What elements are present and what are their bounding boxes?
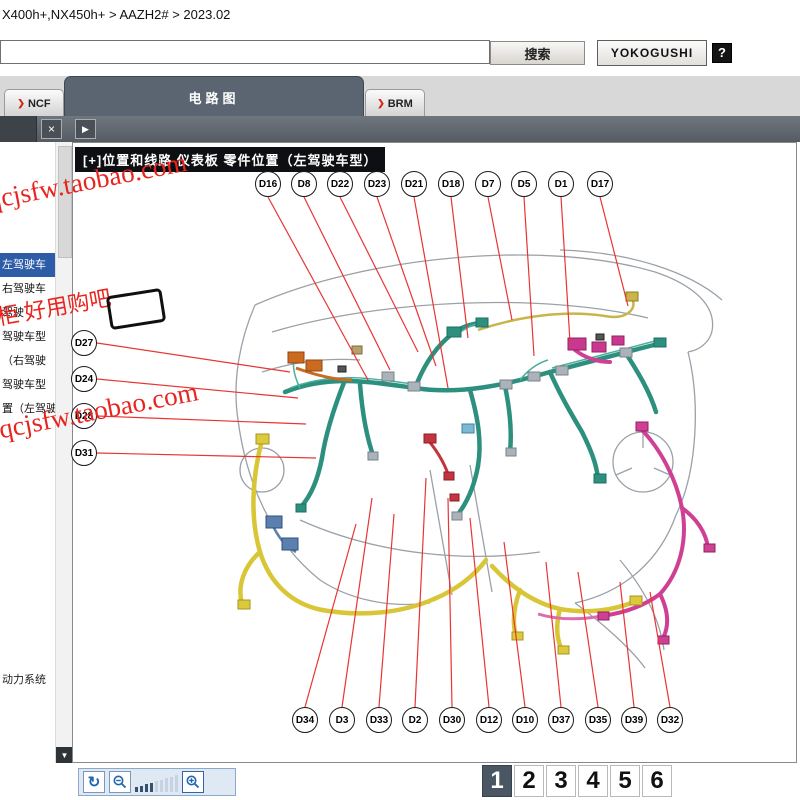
page-button-6[interactable]: 6 <box>642 765 672 797</box>
tab-circuit-diagram[interactable]: 电路图 <box>64 76 364 117</box>
bottom-bar: ↻ 123456 <box>0 763 800 800</box>
callout-d27[interactable]: D27 <box>71 330 97 356</box>
zoom-level-bar <box>155 781 158 792</box>
callout-d5[interactable]: D5 <box>511 171 537 197</box>
zoom-level-bar <box>145 784 148 792</box>
zoom-level-bars[interactable] <box>135 772 178 792</box>
page-button-2[interactable]: 2 <box>514 765 544 797</box>
close-button[interactable]: × <box>41 119 62 139</box>
tab-strip: ❯ NCF 电路图 ❯ BRM <box>0 76 800 117</box>
callout-d17[interactable]: D17 <box>587 171 613 197</box>
diagram-title: [+]位置和线路 仪表板 零件位置（左驾驶车型） <box>75 147 386 172</box>
callout-d3[interactable]: D3 <box>329 707 355 733</box>
callout-d22[interactable]: D22 <box>327 171 353 197</box>
tab-brm-label: BRM <box>387 97 413 110</box>
page-button-4[interactable]: 4 <box>578 765 608 797</box>
callout-d37[interactable]: D37 <box>548 707 574 733</box>
callout-d30[interactable]: D30 <box>439 707 465 733</box>
sidebar-item[interactable]: 左驾驶车 <box>0 253 55 277</box>
help-button[interactable]: ? <box>712 43 732 63</box>
callout-d10[interactable]: D10 <box>512 707 538 733</box>
zoom-out-button[interactable] <box>109 771 131 793</box>
page-button-5[interactable]: 5 <box>610 765 640 797</box>
callout-d34[interactable]: D34 <box>292 707 318 733</box>
sidebar-scrollbar-thumb[interactable] <box>58 146 72 258</box>
search-button[interactable]: 搜索 <box>490 41 585 65</box>
sidebar-item[interactable]: 动力系统 <box>0 668 55 692</box>
callout-d24[interactable]: D24 <box>71 366 97 392</box>
sidebar-item[interactable]: 驾驶车型 <box>0 373 55 397</box>
callout-d18[interactable]: D18 <box>438 171 464 197</box>
zoom-out-icon <box>113 775 127 789</box>
zoom-level-bar <box>170 776 173 792</box>
tab-brm[interactable]: ❯ BRM <box>365 89 425 117</box>
callout-d33[interactable]: D33 <box>366 707 392 733</box>
callout-d39[interactable]: D39 <box>621 707 647 733</box>
callout-d12[interactable]: D12 <box>476 707 502 733</box>
zoom-level-bar <box>165 778 168 792</box>
sidebar-item[interactable]: 置（左驾驶 <box>0 397 55 421</box>
refresh-icon: ↻ <box>87 773 101 791</box>
sidebar-item[interactable]: 驾驶 <box>0 301 55 325</box>
app-window: X400h+,NX450h+ > AAZH2# > 2023.02 搜索 YOK… <box>0 0 800 800</box>
page-button-1[interactable]: 1 <box>482 765 512 797</box>
callout-d1[interactable]: D1 <box>548 171 574 197</box>
chevron-right-icon: ❯ <box>377 98 385 108</box>
callout-d2[interactable]: D2 <box>402 707 428 733</box>
sidebar-item[interactable]: 右驾驶车 <box>0 277 55 301</box>
yokogushi-button[interactable]: YOKOGUSHI <box>597 40 707 66</box>
callout-d28[interactable]: D28 <box>71 403 97 429</box>
callout-d32[interactable]: D32 <box>657 707 683 733</box>
tab-ncf[interactable]: ❯ NCF <box>4 89 64 117</box>
tab-circuit-label: 电路图 <box>188 90 240 106</box>
viewer-toolbar-corner <box>0 116 37 142</box>
zoom-level-bar <box>160 779 163 792</box>
callout-d31[interactable]: D31 <box>71 440 97 466</box>
callout-d16[interactable]: D16 <box>255 171 281 197</box>
callout-d23[interactable]: D23 <box>364 171 390 197</box>
viewer-toolbar: × ▶ <box>0 116 800 142</box>
sidebar-scrollbar[interactable]: ▼ <box>55 142 73 764</box>
chevron-right-icon: ❯ <box>17 98 25 108</box>
callout-d21[interactable]: D21 <box>401 171 427 197</box>
callout-d35[interactable]: D35 <box>585 707 611 733</box>
callout-d7[interactable]: D7 <box>475 171 501 197</box>
zoom-in-icon <box>186 775 200 789</box>
zoom-level-bar <box>175 775 178 792</box>
sidebar-item[interactable]: 驾驶车型 <box>0 325 55 349</box>
page-button-3[interactable]: 3 <box>546 765 576 797</box>
expand-button[interactable]: ▶ <box>75 119 96 139</box>
search-input[interactable] <box>0 40 490 64</box>
zoom-controls: ↻ <box>78 768 236 796</box>
callout-d8[interactable]: D8 <box>291 171 317 197</box>
scroll-down-arrow-icon[interactable]: ▼ <box>56 747 73 764</box>
sidebar-item[interactable]: （右驾驶 <box>0 349 55 373</box>
zoom-level-bar <box>150 782 153 792</box>
diagram-panel: [+]位置和线路 仪表板 零件位置（左驾驶车型） <box>72 142 797 763</box>
sidebar-list: 左驾驶车 右驾驶车 驾驶 驾驶车型 （右驾驶 驾驶车型 置（左驾驶 动力系统 <box>0 142 55 764</box>
tab-ncf-label: NCF <box>27 97 51 110</box>
refresh-button[interactable]: ↻ <box>83 771 105 793</box>
breadcrumb: X400h+,NX450h+ > AAZH2# > 2023.02 <box>2 7 231 22</box>
zoom-level-bar <box>135 787 138 792</box>
zoom-level-bar <box>140 785 143 792</box>
pagination: 123456 <box>482 765 672 797</box>
zoom-in-button[interactable] <box>182 771 204 793</box>
